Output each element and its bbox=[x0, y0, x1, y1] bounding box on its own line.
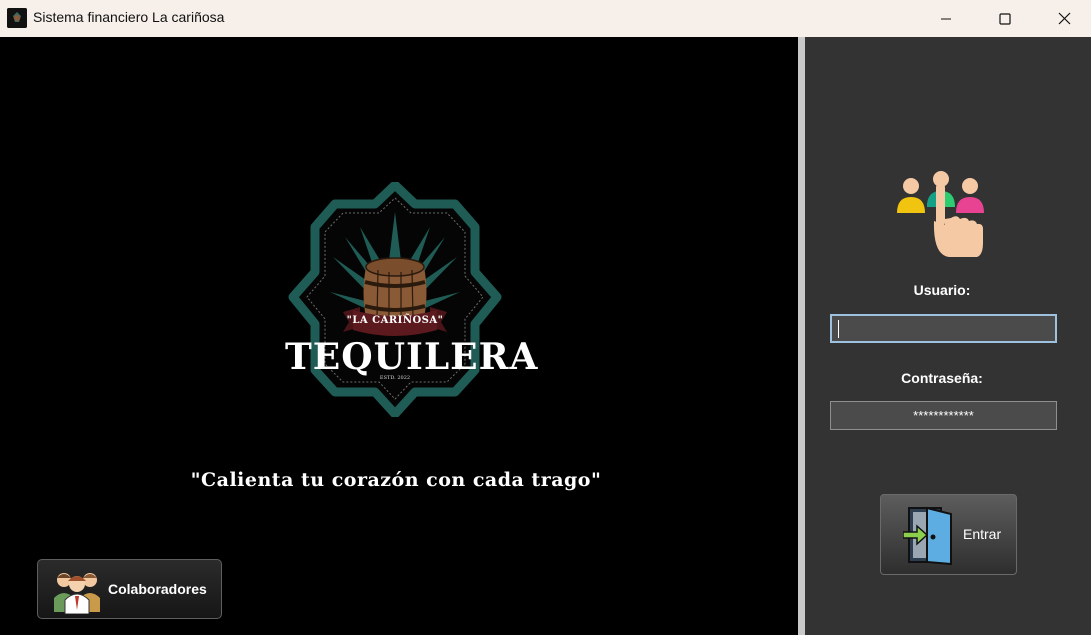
slogan: "Calienta tu corazón con cada trago" bbox=[190, 469, 602, 491]
window-title: Sistema financiero La cariñosa bbox=[33, 9, 225, 25]
text-caret bbox=[838, 320, 839, 338]
team-icon bbox=[53, 566, 101, 615]
tequilera-logo: "LA CARIÑOSA" TEQUILERA ESTD. 2022 bbox=[285, 180, 539, 419]
door-enter-icon bbox=[902, 504, 955, 566]
title-bar: Sistema financiero La cariñosa bbox=[0, 0, 1091, 37]
close-button[interactable] bbox=[1036, 0, 1091, 37]
close-icon bbox=[1058, 12, 1070, 25]
password-label: Contraseña: bbox=[901, 370, 983, 386]
username-label: Usuario: bbox=[913, 282, 971, 298]
minimize-button[interactable] bbox=[918, 0, 974, 37]
password-field[interactable]: ************ bbox=[830, 401, 1057, 430]
login-panel: Usuario: Contraseña: ************ Entrar bbox=[805, 37, 1091, 635]
minimize-icon bbox=[941, 18, 951, 19]
logo-tag: ESTD. 2022 bbox=[379, 375, 411, 381]
app-icon bbox=[7, 8, 27, 28]
users-select-icon bbox=[897, 169, 989, 261]
logo-banner-text: "LA CARIÑOSA" bbox=[346, 315, 444, 326]
collaborators-button[interactable]: Colaboradores bbox=[37, 559, 222, 619]
enter-button[interactable]: Entrar bbox=[880, 494, 1017, 575]
collaborators-label: Colaboradores bbox=[108, 581, 207, 597]
maximize-button[interactable] bbox=[977, 0, 1033, 37]
panel-divider bbox=[798, 37, 805, 635]
brand-panel: "LA CARIÑOSA" TEQUILERA ESTD. 2022 "Cali… bbox=[0, 37, 798, 635]
logo-name: TEQUILERA bbox=[285, 336, 539, 378]
username-field[interactable] bbox=[830, 314, 1057, 343]
enter-label: Entrar bbox=[963, 526, 1002, 542]
maximize-icon bbox=[999, 12, 1011, 25]
